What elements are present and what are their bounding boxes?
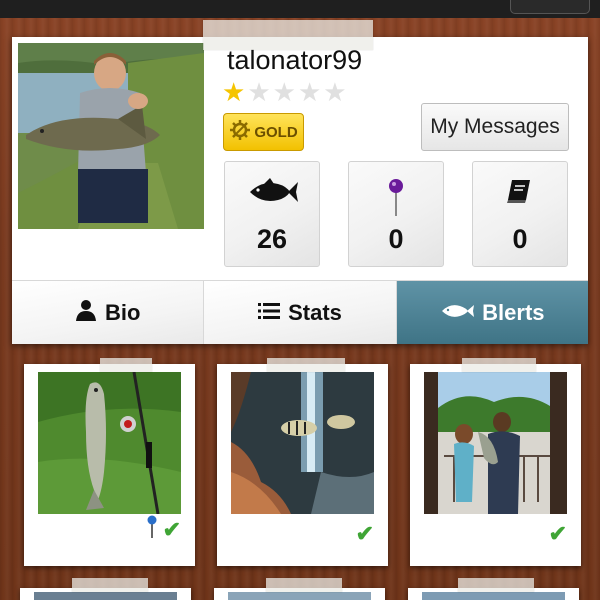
photo-status: ✔: [147, 515, 181, 544]
tab-bio[interactable]: Bio: [12, 281, 205, 344]
catch-photo[interactable]: [231, 372, 374, 514]
tab-bio-label: Bio: [104, 299, 141, 325]
top-bar-button[interactable]: [510, 0, 590, 14]
tape: [462, 358, 536, 372]
tab-blerts-label: Blerts: [482, 299, 545, 325]
tape: [72, 578, 148, 592]
pins-count: 0: [388, 224, 404, 254]
catch-photo-card[interactable]: ✔: [24, 364, 195, 566]
profile-tabs: Bio Stats Blerts: [12, 280, 588, 344]
book-icon: [473, 178, 567, 204]
photo-status: ✔: [355, 521, 374, 546]
star-icon: ★: [323, 77, 347, 107]
fish-count-box[interactable]: 26: [224, 161, 320, 267]
tape: [267, 358, 345, 372]
my-messages-button[interactable]: My Messages: [421, 103, 569, 151]
gold-badge: GOLD: [223, 113, 304, 151]
tab-stats-label: Stats: [288, 299, 342, 325]
star-icon: ★: [297, 77, 322, 107]
tab-blerts[interactable]: Blerts: [396, 281, 588, 344]
checkmark-icon: ✔: [355, 521, 374, 546]
star-icon: ★: [222, 77, 246, 107]
checkmark-icon: ✔: [162, 516, 181, 542]
logbook-count-box[interactable]: 0: [472, 161, 568, 267]
pin-icon: [147, 515, 157, 544]
star-icon: ★: [247, 77, 271, 107]
tape: [203, 20, 373, 50]
catch-photo-card[interactable]: ✔: [217, 364, 388, 566]
fish-icon: [225, 178, 319, 206]
gear-icon: [229, 119, 251, 145]
catch-photo-card[interactable]: ✔: [410, 364, 581, 566]
person-icon: [75, 299, 97, 327]
pins-count-box[interactable]: 0: [348, 161, 444, 267]
pin-icon: [349, 178, 443, 218]
profile-card: talonator99 ★ ★ ★ ★ ★ GOLD My Messages 2…: [12, 37, 588, 344]
badge-label: GOLD: [254, 123, 298, 141]
catch-photo[interactable]: [424, 372, 567, 514]
profile-photo[interactable]: [18, 43, 204, 229]
tab-stats[interactable]: Stats: [204, 281, 397, 344]
fish-count: 26: [256, 224, 288, 254]
checkmark-icon: ✔: [548, 521, 567, 546]
rating-stars: ★ ★ ★ ★ ★: [222, 79, 347, 105]
star-icon: ★: [272, 77, 296, 107]
logbook-count: 0: [512, 224, 528, 254]
catch-photo[interactable]: [38, 372, 181, 514]
top-bar: [0, 0, 600, 18]
tape: [100, 358, 152, 372]
list-icon: [258, 300, 281, 326]
photo-status: ✔: [548, 521, 567, 546]
fish-icon: [440, 300, 475, 326]
tape: [266, 578, 342, 592]
tape: [458, 578, 534, 592]
